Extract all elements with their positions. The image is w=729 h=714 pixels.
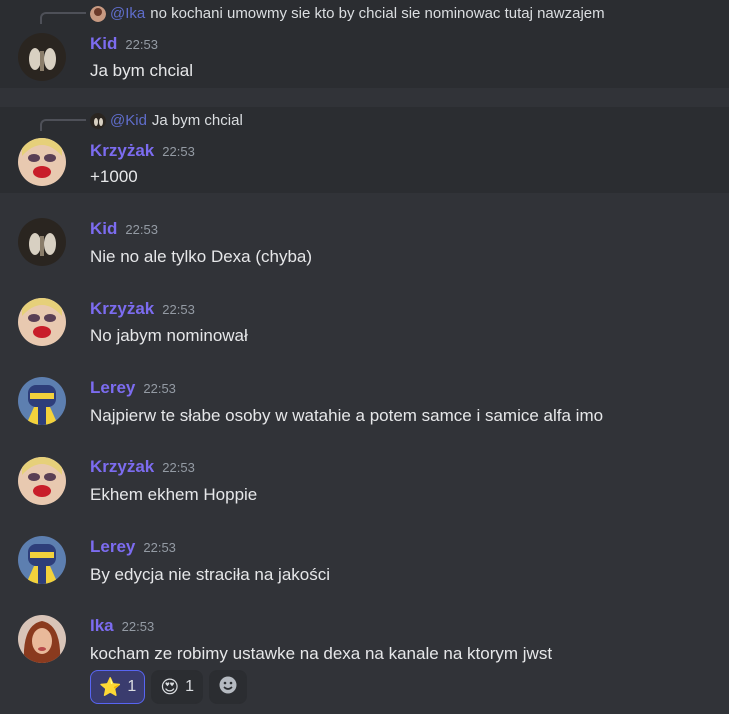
username[interactable]: Lerey 22:53 (90, 378, 176, 398)
timestamp: 22:53 (125, 222, 158, 237)
timestamp: 22:53 (143, 381, 176, 396)
reactions-bar: ⭐ 1 😍 1 (90, 670, 247, 704)
reaction-count: 1 (127, 678, 137, 695)
avatar-krzyzak[interactable] (18, 457, 66, 505)
avatar-lerey[interactable] (18, 377, 66, 425)
message-text: Nie no ale tylko Dexa (chyba) (90, 247, 313, 266)
reply-mention[interactable]: @Kid (110, 112, 147, 129)
avatar-kid[interactable] (18, 33, 66, 81)
username[interactable]: Krzyżak 22:53 (90, 457, 195, 477)
message-text: Najpierw te słabe osoby w watahie a pote… (90, 406, 604, 425)
username[interactable]: Kid 22:53 (90, 219, 158, 239)
reply-preview[interactable]: @Ika no kochani umowmy sie kto by chcial… (90, 5, 605, 22)
username[interactable]: Lerey 22:53 (90, 537, 176, 557)
reaction-count: 1 (185, 678, 194, 695)
add-reaction-icon (218, 675, 238, 700)
message-lerey-1: Lerey 22:53 Najpierw te słabe osoby w wat… (0, 372, 729, 436)
username[interactable]: Ika 22:53 (90, 616, 154, 636)
timestamp: 22:53 (125, 37, 158, 52)
reply-spine (40, 12, 86, 24)
reaction-star[interactable]: ⭐ 1 (90, 670, 146, 704)
avatar-ika[interactable] (18, 615, 66, 663)
message-text: No jabym nominował (90, 326, 248, 345)
timestamp: 22:53 (121, 619, 155, 634)
username[interactable]: Krzyżak 22:53 (90, 141, 195, 161)
message-text: Ekhem ekhem Hoppie (90, 485, 258, 504)
message-kid-2: Kid 22:53 Nie no ale tylko Dexa (chyba) (0, 212, 729, 276)
message-krzyzak-2: Krzyżak 22:53 No jabym nominował (0, 292, 729, 356)
avatar-krzyzak[interactable] (18, 298, 66, 346)
timestamp: 22:53 (143, 540, 176, 555)
reply-spine (40, 119, 86, 131)
heart-eyes-icon: 😍 (160, 676, 180, 697)
message-text: Ja bym chcial (90, 61, 193, 80)
reply-text: Ja bym chcial (151, 112, 243, 129)
reply-avatar (90, 112, 106, 129)
timestamp: 22:53 (162, 460, 195, 475)
avatar-krzyzak[interactable] (18, 138, 66, 186)
message-krzyzak-1: @Kid Ja bym chcial Krzyżak 22:53 +1000 (0, 107, 729, 193)
message-text: kocham ze robimy ustawke na dexa na kana… (90, 644, 553, 663)
message-text: By edycja nie straciła na jakości (90, 565, 331, 584)
add-reaction-button[interactable] (209, 670, 247, 704)
message-krzyzak-3: Krzyżak 22:53 Ekhem ekhem Hoppie (0, 451, 729, 515)
reply-mention[interactable]: @Ika (110, 5, 145, 22)
reply-preview[interactable]: @Kid Ja bym chcial (90, 112, 243, 129)
message-lerey-2: Lerey 22:53 By edycja nie straciła na jak… (0, 531, 729, 595)
timestamp: 22:53 (162, 144, 195, 159)
message-kid-1: @Ika no kochani umowmy sie kto by chcial… (0, 0, 729, 88)
reaction-heart-eyes[interactable]: 😍 1 (151, 670, 203, 704)
username[interactable]: Kid 22:53 (90, 34, 158, 54)
avatar-lerey[interactable] (18, 536, 66, 584)
reply-text: no kochani umowmy sie kto by chcial sie … (150, 5, 605, 22)
message-text: +1000 (90, 167, 138, 186)
username[interactable]: Krzyżak 22:53 (90, 299, 195, 319)
timestamp: 22:53 (162, 302, 195, 317)
reply-avatar (90, 5, 106, 22)
star-icon: ⭐ (99, 676, 122, 697)
avatar-kid[interactable] (18, 218, 66, 266)
